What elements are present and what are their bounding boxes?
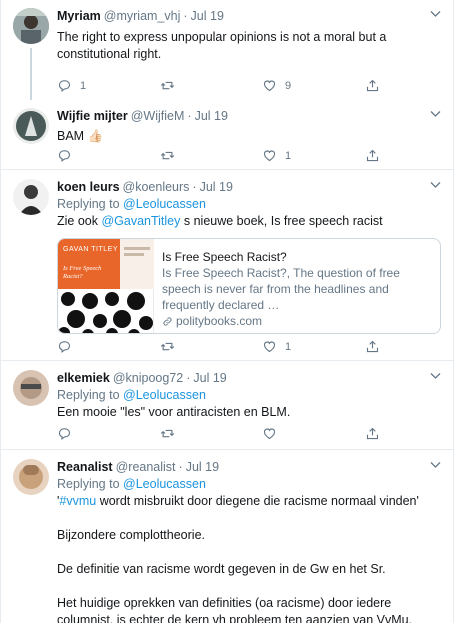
card-title: Is Free Speech Racist? [162,250,287,264]
tweet[interactable]: koen leurs @koenleurs · Jul 19 Replying … [1,171,453,361]
like-count: 9 [285,79,292,92]
chevron-down-icon[interactable] [430,8,441,22]
tweet-paragraph: Bijzondere complottheorie. [57,528,205,542]
tweet-text: Een mooie "les" voor antiracisten en BLM… [57,405,291,419]
avatar[interactable] [13,459,49,495]
card-domain: politybooks.com [162,313,432,329]
separator: · [192,180,197,194]
avatar[interactable] [13,8,49,44]
display-name[interactable]: elkemiek [57,370,110,387]
separator: · [186,371,191,385]
separator: · [187,109,192,123]
tweet[interactable]: Reanalist @reanalist · Jul 19 Replying t… [1,451,453,623]
tweet-actions: 1 9 [57,78,387,94]
chevron-down-icon[interactable] [430,370,441,384]
tweet[interactable]: Myriam @myriam_vhj · Jul 19 The right to… [1,0,453,100]
tweet-actions: 1 [57,148,387,164]
tweet-header: Myriam @myriam_vhj · Jul 19 [57,8,441,25]
display-name[interactable]: Reanalist [57,459,113,476]
retweet-button[interactable] [160,78,175,93]
mention-link[interactable]: @GavanTitley [101,214,180,228]
timestamp[interactable]: Jul 19 [191,8,224,25]
tweet[interactable]: Wijfie mijter @WijfieM · Jul 19 BAM 👍🏻 1 [1,100,453,170]
tweet-text: '#vvmu wordt misbruikt door diegene die … [57,493,441,623]
replying-to: Replying to @Leolucassen [57,477,206,491]
chevron-down-icon[interactable] [430,108,441,122]
like-button[interactable]: 1 [262,339,291,354]
avatar[interactable] [13,108,49,144]
separator: · [183,9,188,23]
tweet-actions [57,426,387,442]
like-button[interactable] [262,426,277,441]
retweet-button[interactable] [160,148,175,163]
user-handle[interactable]: @knipoog72 [113,370,183,387]
tweet-header: Reanalist @reanalist · Jul 19 [57,459,441,476]
user-handle[interactable]: @reanalist [116,459,176,476]
book-title: Is Free Speech Racist? [63,265,102,280]
share-button[interactable] [365,148,380,163]
share-button[interactable] [365,78,380,93]
chevron-down-icon[interactable] [430,179,441,193]
replying-to: Replying to @Leolucassen [57,388,206,402]
tweet-actions: 1 [57,339,387,355]
replying-to: Replying to @Leolucassen [57,197,206,211]
timestamp[interactable]: Jul 19 [200,179,233,196]
link-icon [162,316,173,327]
timestamp[interactable]: Jul 19 [195,108,228,125]
retweet-button[interactable] [160,426,175,441]
like-count: 1 [285,149,292,162]
reply-button[interactable]: 1 [57,78,86,93]
mention-link[interactable]: @Leolucassen [123,197,206,211]
like-count: 1 [285,340,292,353]
chevron-down-icon[interactable] [430,459,441,473]
tweet-header: elkemiek @knipoog72 · Jul 19 [57,370,441,387]
reply-count: 1 [80,79,87,92]
share-button[interactable] [365,339,380,354]
tweet-text: Zie ook @GavanTitley s nieuwe boek, Is f… [57,214,383,228]
tweet-text: The right to express unpopular opinions … [57,30,387,61]
tweet-text: BAM 👍🏻 [57,129,104,143]
reply-button[interactable] [57,148,72,163]
reply-button[interactable] [57,339,72,354]
avatar[interactable] [13,179,49,215]
link-card[interactable]: GAVAN TITLEY Is Free Speech Racist? Is F… [57,238,441,334]
display-name[interactable]: Myriam [57,8,101,25]
retweet-button[interactable] [160,339,175,354]
tweet-paragraph: De definitie van racisme wordt gegeven i… [57,562,386,576]
mention-link[interactable]: @Leolucassen [123,388,206,402]
user-handle[interactable]: @WijfieM [131,108,185,125]
avatar[interactable] [13,370,49,406]
tweet-paragraph: '#vvmu wordt misbruikt door diegene die … [57,494,419,508]
share-button[interactable] [365,426,380,441]
user-handle[interactable]: @koenleurs [123,179,190,196]
card-description: Is Free Speech Racist?, The question of … [162,266,400,312]
tweet-paragraph: Het huidige oprekken van definities (oa … [57,596,413,623]
tweet-header: koen leurs @koenleurs · Jul 19 [57,179,441,196]
book-cover-image: GAVAN TITLEY Is Free Speech Racist? [58,239,154,333]
card-body: Is Free Speech Racist? Is Free Speech Ra… [154,239,440,333]
thread-line [30,48,32,100]
tweet[interactable]: elkemiek @knipoog72 · Jul 19 Replying to… [1,362,453,450]
separator: · [178,460,183,474]
like-button[interactable]: 9 [262,78,291,93]
timestamp[interactable]: Jul 19 [186,459,219,476]
tweet-feed: Myriam @myriam_vhj · Jul 19 The right to… [0,0,454,623]
reply-button[interactable] [57,426,72,441]
like-button[interactable]: 1 [262,148,291,163]
book-author: GAVAN TITLEY [63,246,119,253]
mention-link[interactable]: @Leolucassen [123,477,206,491]
display-name[interactable]: koen leurs [57,179,120,196]
user-handle[interactable]: @myriam_vhj [104,8,181,25]
timestamp[interactable]: Jul 19 [193,370,226,387]
hashtag-link[interactable]: #vvmu [59,494,96,508]
display-name[interactable]: Wijfie mijter [57,108,128,125]
tweet-header: Wijfie mijter @WijfieM · Jul 19 [57,108,441,125]
